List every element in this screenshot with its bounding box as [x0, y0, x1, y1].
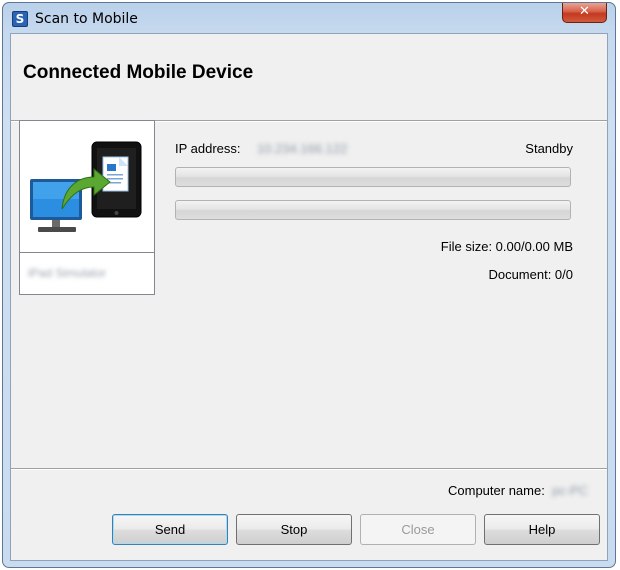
computer-to-mobile-transfer-icon [20, 121, 154, 253]
close-button: Close [360, 514, 476, 545]
title-bar[interactable]: S Scan to Mobile ✕ [3, 3, 615, 33]
document-progress-bar [175, 200, 571, 220]
dialog-client-area: Connected Mobile Device iPad Simulator I… [10, 33, 608, 561]
file-size-text: File size: 0.00/0.00 MB [440, 239, 573, 254]
app-window: S Scan to Mobile ✕ Connected Mobile Devi… [2, 2, 616, 568]
close-window-button[interactable]: ✕ [562, 3, 607, 23]
app-icon: S [12, 11, 28, 27]
device-box: iPad Simulator [19, 120, 155, 295]
connection-status: Standby [525, 141, 573, 156]
device-divider [20, 252, 154, 253]
send-button[interactable]: Send [112, 514, 228, 545]
computer-name-label: Computer name: [448, 483, 545, 498]
ip-address-value: 10.234.166.122 [257, 141, 348, 156]
stop-button[interactable]: Stop [236, 514, 352, 545]
divider-highlight [11, 469, 607, 470]
device-name: iPad Simulator [28, 266, 107, 280]
transfer-progress-bar [175, 167, 571, 187]
computer-name-value: pc-PC [552, 483, 589, 498]
ip-address-label: IP address: [175, 141, 241, 156]
page-title: Connected Mobile Device [23, 62, 254, 83]
help-button[interactable]: Help [484, 514, 600, 545]
document-count-text: Document: 0/0 [488, 267, 573, 282]
window-title: Scan to Mobile [35, 11, 138, 27]
